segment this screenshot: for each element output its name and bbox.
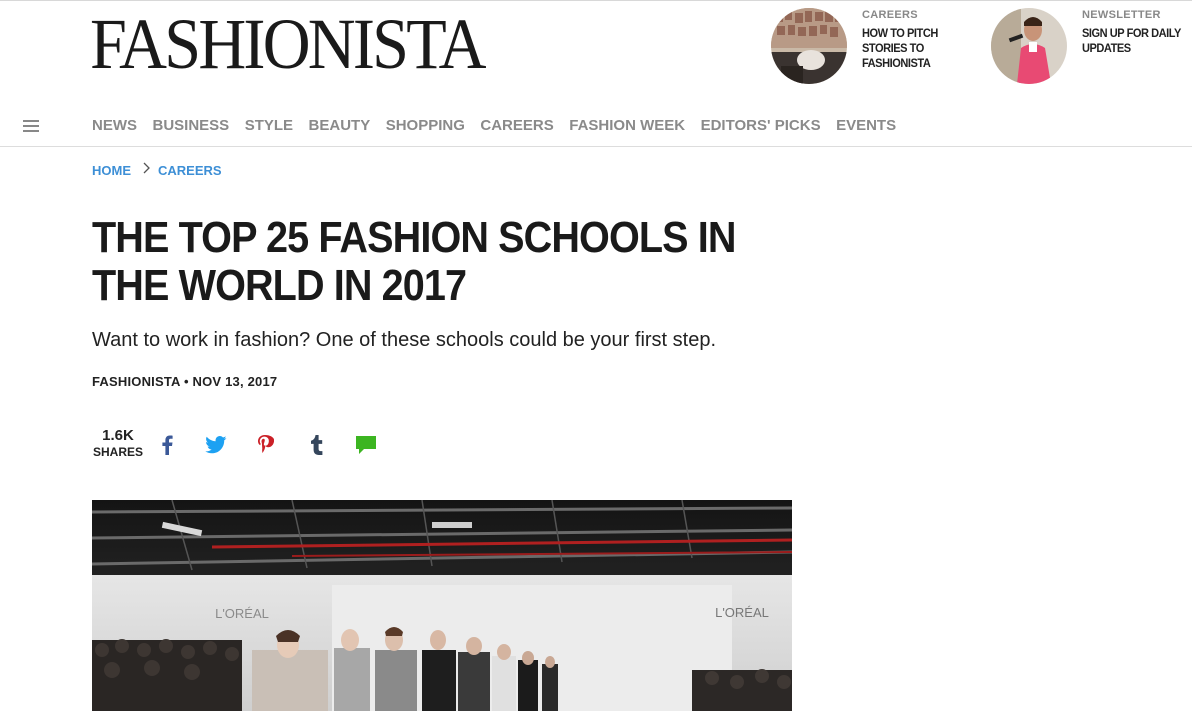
top-border <box>0 0 1192 1</box>
share-count: 1.6K SHARES <box>92 427 144 459</box>
nav-item-beauty[interactable]: BEAUTY <box>309 117 371 134</box>
hero-signage-right: L'ORÉAL <box>715 605 769 620</box>
article-byline: FASHIONISTA • NOV 13, 2017 <box>92 374 278 389</box>
site-logo[interactable]: FASHIONISTA <box>90 8 486 80</box>
hero-signage-left: L'ORÉAL <box>215 606 269 621</box>
nav-item-events[interactable]: EVENTS <box>836 117 896 134</box>
share-count-value: 1.6K <box>102 427 134 444</box>
breadcrumb-home[interactable]: HOME <box>92 163 131 178</box>
breadcrumb: HOME CAREERS <box>92 161 222 179</box>
nav-item-careers[interactable]: CAREERS <box>480 117 553 134</box>
pinterest-icon <box>258 435 274 453</box>
nav-item-news[interactable]: NEWS <box>92 117 137 134</box>
runway-photo: L'ORÉAL L'ORÉAL <box>92 500 792 711</box>
chevron-right-icon <box>143 161 151 179</box>
comment-icon <box>356 436 376 454</box>
promo-newsletter-thumbnail <box>991 8 1067 84</box>
nav-item-fashion-week[interactable]: FASHION WEEK <box>569 117 685 134</box>
tumblr-icon <box>311 435 323 455</box>
promo-careers-kicker: CAREERS <box>862 9 918 21</box>
promo-careers-headline[interactable]: HOW TO PITCH STORIES TO FASHIONISTA <box>862 26 971 71</box>
nav-item-business[interactable]: BUSINESS <box>153 117 230 134</box>
hamburger-menu-icon[interactable] <box>23 120 39 134</box>
nav-items: NEWS BUSINESS STYLE BEAUTY SHOPPING CARE… <box>92 117 912 134</box>
twitter-share-button[interactable] <box>204 432 228 458</box>
breadcrumb-section[interactable]: CAREERS <box>158 163 222 178</box>
pinterest-share-button[interactable] <box>254 432 278 458</box>
promo-newsletter-headline[interactable]: SIGN UP FOR DAILY UPDATES <box>1082 26 1191 56</box>
facebook-icon <box>162 435 173 455</box>
facebook-share-button[interactable] <box>155 432 179 458</box>
main-nav: NEWS BUSINESS STYLE BEAUTY SHOPPING CARE… <box>0 110 1192 147</box>
promo-careers[interactable]: CAREERS HOW TO PITCH STORIES TO FASHIONI… <box>771 8 981 88</box>
article-dek: Want to work in fashion? One of these sc… <box>92 329 717 351</box>
nav-item-editors-picks[interactable]: EDITORS' PICKS <box>701 117 821 134</box>
comment-share-button[interactable] <box>354 432 378 458</box>
nav-item-shopping[interactable]: SHOPPING <box>386 117 465 134</box>
hero-image: L'ORÉAL L'ORÉAL <box>92 500 792 711</box>
article-title: THE TOP 25 FASHION SCHOOLS IN THE WORLD … <box>92 213 736 310</box>
nav-item-style[interactable]: STYLE <box>245 117 293 134</box>
twitter-icon <box>205 436 227 454</box>
promo-newsletter-kicker: NEWSLETTER <box>1082 9 1161 21</box>
promo-newsletter[interactable]: NEWSLETTER SIGN UP FOR DAILY UPDATES <box>991 8 1192 88</box>
promo-careers-thumbnail <box>771 8 847 84</box>
share-count-label: SHARES <box>92 445 143 459</box>
tumblr-share-button[interactable] <box>305 432 329 458</box>
